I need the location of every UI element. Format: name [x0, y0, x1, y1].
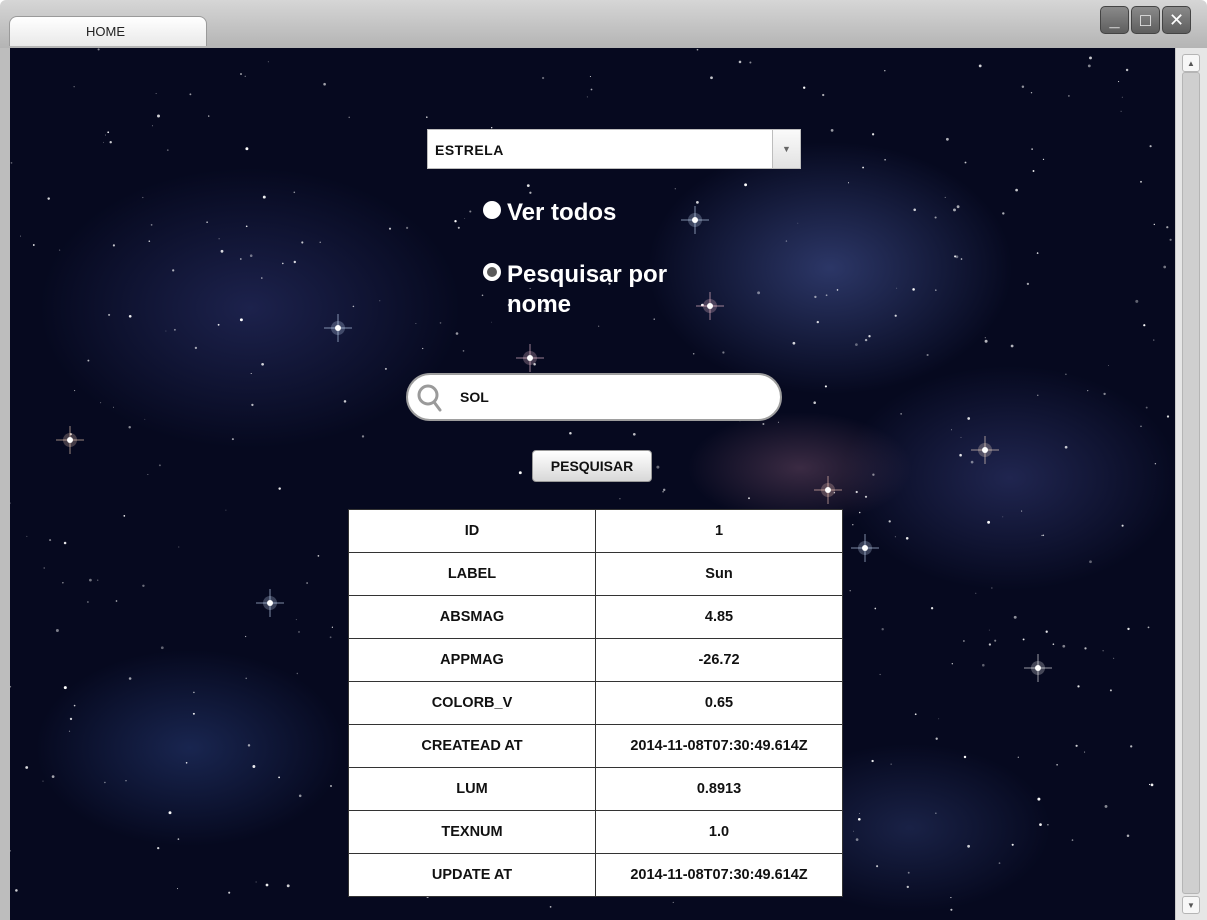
window-frame-left	[0, 48, 10, 920]
vertical-scrollbar[interactable]: ▲ ▼	[1175, 48, 1207, 920]
radio-ver-todos[interactable]: Ver todos	[483, 198, 717, 228]
table-cell-field: UPDATE AT	[348, 853, 596, 897]
maximize-button[interactable]: □	[1131, 6, 1160, 34]
table-cell-value: Sun	[595, 552, 843, 596]
table-row: COLORB_V 0.65	[348, 681, 843, 725]
table-cell-field: ABSMAG	[348, 595, 596, 639]
table-cell-field: APPMAG	[348, 638, 596, 682]
search-input[interactable]	[460, 389, 760, 405]
table-row: LABEL Sun	[348, 552, 843, 596]
table-row: CREATEAD AT 2014-11-08T07:30:49.614Z	[348, 724, 843, 768]
close-icon: ✕	[1168, 10, 1185, 30]
tab-home-label: HOME	[86, 24, 125, 39]
radio-pesquisar-nome-circle[interactable]	[483, 263, 501, 281]
window-controls: _ □ ✕	[1100, 6, 1193, 36]
maximize-icon: □	[1140, 10, 1151, 30]
table-cell-field: ID	[348, 509, 596, 553]
category-select-value: ESTRELA	[435, 142, 504, 158]
table-cell-value: 4.85	[595, 595, 843, 639]
radio-pesquisar-nome-label: Pesquisar por nome	[507, 261, 668, 318]
table-row: ABSMAG 4.85	[348, 595, 843, 639]
radio-ver-todos-label: Ver todos	[507, 199, 617, 226]
table-cell-value: 1	[595, 509, 843, 553]
scroll-up-button[interactable]: ▲	[1182, 54, 1200, 72]
chevron-down-icon[interactable]: ▼	[772, 130, 800, 168]
table-row: ID 1	[348, 509, 843, 553]
table-row: TEXNUM 1.0	[348, 810, 843, 854]
table-cell-field: LUM	[348, 767, 596, 811]
table-cell-value: -26.72	[595, 638, 843, 682]
scrollbar-thumb[interactable]	[1182, 72, 1200, 894]
table-cell-value: 2014-11-08T07:30:49.614Z	[595, 724, 843, 768]
minimize-button[interactable]: _	[1100, 6, 1129, 34]
scroll-down-button[interactable]: ▼	[1182, 896, 1200, 914]
starfield-viewport: ESTRELA ▼ Ver todos Pesquisar por nome P…	[10, 48, 1175, 920]
category-select[interactable]: ESTRELA ▼	[427, 129, 801, 169]
pesquisar-button[interactable]: PESQUISAR	[532, 450, 652, 482]
radio-ver-todos-circle[interactable]	[483, 201, 501, 219]
scroll-up-icon: ▲	[1187, 58, 1195, 68]
table-row: UPDATE AT 2014-11-08T07:30:49.614Z	[348, 853, 843, 897]
table-cell-value: 2014-11-08T07:30:49.614Z	[595, 853, 843, 897]
close-button[interactable]: ✕	[1162, 6, 1191, 34]
scroll-down-icon: ▼	[1187, 900, 1195, 910]
table-cell-field: COLORB_V	[348, 681, 596, 725]
table-cell-field: TEXNUM	[348, 810, 596, 854]
table-cell-value: 1.0	[595, 810, 843, 854]
results-table: ID 1 LABEL Sun ABSMAG 4.85 APPMAG -26.72 COLORB_…	[348, 509, 843, 897]
table-row: APPMAG -26.72	[348, 638, 843, 682]
tab-home[interactable]: HOME	[9, 16, 207, 46]
table-cell-value: 0.8913	[595, 767, 843, 811]
search-box[interactable]	[406, 373, 782, 421]
table-row: LUM 0.8913	[348, 767, 843, 811]
table-cell-field: LABEL	[348, 552, 596, 596]
radio-pesquisar-nome[interactable]: Pesquisar por nome	[483, 260, 717, 320]
window-titlebar: HOME _ □ ✕	[0, 0, 1207, 48]
table-cell-field: CREATEAD AT	[348, 724, 596, 768]
table-cell-value: 0.65	[595, 681, 843, 725]
search-icon	[417, 384, 442, 412]
minimize-icon: _	[1109, 10, 1120, 30]
